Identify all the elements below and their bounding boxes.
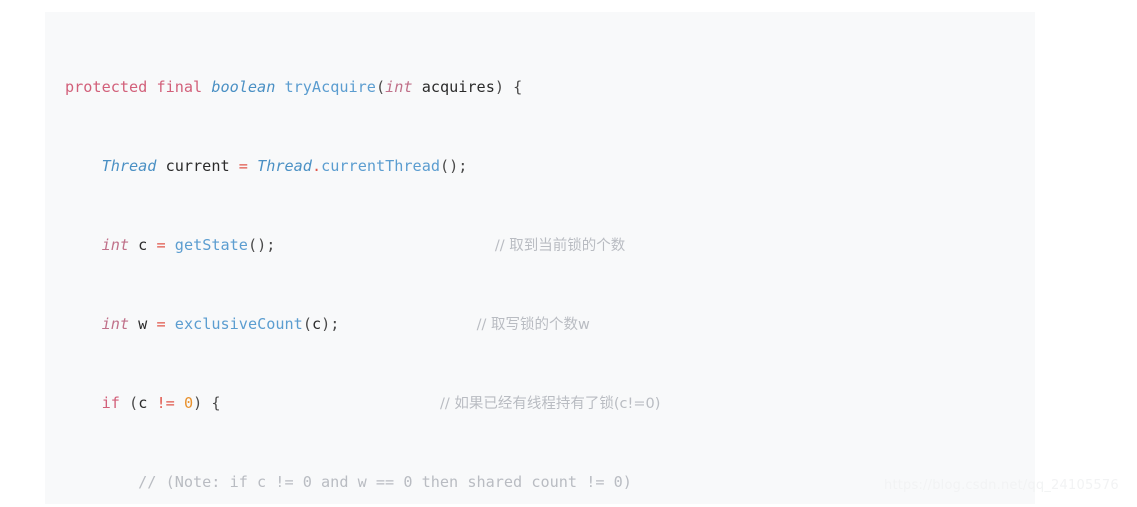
var-c: c (138, 393, 148, 412)
keyword-int: int (101, 314, 130, 333)
code-line-2: Thread current = Thread.currentThread(); (65, 157, 1035, 177)
punct-close-paren-brace: ) { (494, 78, 523, 97)
code-line-5: if (c != 0) { // 如果已经有线程持有了锁(c!=0) (65, 394, 1035, 414)
var-w: w (138, 314, 148, 333)
code-block: protected final boolean tryAcquire(int a… (45, 12, 1035, 504)
param-acquires: acquires (421, 78, 495, 97)
keyword-final: final (156, 78, 203, 97)
punct-open-paren: ( (129, 393, 139, 412)
comment-line-5: // 如果已经有线程持有了锁(c!=0) (440, 395, 661, 412)
code-content: protected final boolean tryAcquire(int a… (65, 19, 1035, 504)
method-tryacquire: tryAcquire (284, 78, 376, 97)
punct-call-semi: (); (247, 235, 276, 254)
screenshot-root: protected final boolean tryAcquire(int a… (0, 0, 1137, 507)
operator-assign: = (238, 157, 248, 176)
code-line-1: protected final boolean tryAcquire(int a… (65, 78, 1035, 98)
csdn-watermark: https://blog.csdn.net/qq_24105576 (884, 478, 1119, 493)
keyword-protected: protected (65, 78, 148, 97)
method-currentthread: currentThread (321, 157, 440, 176)
keyword-int: int (385, 78, 413, 97)
punct-open-paren: ( (375, 78, 386, 97)
punct-call-c-semi: ( (302, 314, 312, 333)
code-line-3: int c = getState(); // 取到当前锁的个数 (65, 236, 1035, 256)
literal-zero: 0 (183, 393, 194, 412)
code-line-4: int w = exclusiveCount(c); // 取写锁的个数w (65, 315, 1035, 335)
keyword-int: int (101, 235, 130, 254)
method-exclusivecount: exclusiveCount (174, 314, 303, 333)
operator-assign: = (156, 235, 166, 254)
punct-close-brace: ) { (193, 393, 221, 412)
var-current: current (165, 157, 230, 176)
var-c: c (138, 235, 148, 254)
type-thread: Thread (101, 157, 157, 176)
comment-line-3: // 取到当前锁的个数 (494, 237, 626, 254)
arg-c: c (311, 314, 322, 333)
keyword-if: if (101, 393, 120, 412)
comment-line-4: // 取写锁的个数w (476, 316, 590, 333)
operator-assign: = (156, 314, 166, 333)
method-getstate: getState (174, 235, 248, 254)
type-thread-static: Thread (257, 157, 312, 176)
punct-dot: . (311, 157, 322, 176)
operator-noteq: != (156, 393, 175, 412)
punct-call-semi: (); (440, 157, 468, 176)
comment-line-6: // (Note: if c != 0 and w == 0 then shar… (138, 472, 632, 491)
keyword-boolean: boolean (211, 78, 276, 97)
punct-close-semi: ); (321, 314, 340, 333)
